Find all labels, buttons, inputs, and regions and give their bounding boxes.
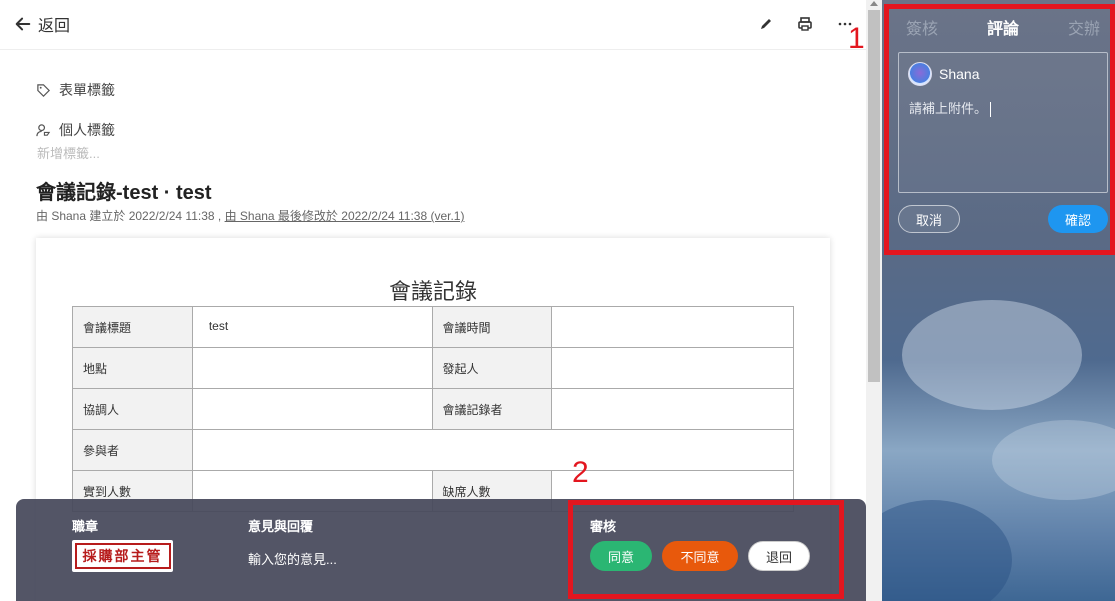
add-tag-input[interactable]: 新增標籤... (37, 143, 100, 162)
background-cloud (902, 300, 1082, 410)
table-row: 協調人 會議記錄者 (72, 388, 794, 430)
table-row: 參與者 (72, 429, 795, 471)
cell-value[interactable] (191, 347, 433, 389)
meta-created: 由 Shana 建立於 2022/2/24 11:38 , (36, 209, 225, 223)
scrollbar-thumb[interactable] (868, 10, 880, 382)
document-title: 會議記錄-test · test (36, 182, 212, 204)
cell-label: 會議時間 (431, 306, 553, 348)
cell-value[interactable] (551, 388, 794, 430)
print-button[interactable] (795, 14, 815, 34)
annotation-box-1 (884, 4, 1115, 255)
table-row: 會議標題 test 會議時間 (72, 306, 794, 348)
cell-label: 發起人 (431, 347, 553, 389)
annotation-number-2: 2 (572, 456, 589, 489)
cell-value[interactable] (551, 306, 794, 348)
pencil-icon (761, 19, 771, 29)
stamp-seal[interactable]: 採購部主管 (72, 540, 173, 572)
opinion-header: 意見與回覆 (248, 519, 314, 534)
user-tag-icon (36, 123, 51, 136)
edit-button[interactable] (756, 14, 776, 34)
printer-icon (798, 17, 812, 31)
cell-value[interactable] (191, 429, 795, 471)
back-label: 返回 (38, 18, 71, 35)
cell-label: 會議標題 (72, 306, 193, 348)
document-meta: 由 Shana 建立於 2022/2/24 11:38 , 由 Shana 最後… (36, 207, 464, 224)
stamp-header: 職章 (72, 519, 99, 534)
background-cloud (882, 500, 1012, 601)
paper-title: 會議記錄 (388, 279, 477, 304)
arrow-left-icon (15, 17, 31, 31)
form-table: 會議標題 test 會議時間 地點 發起人 協調人 會議記錄者 參與者 實到人數… (72, 306, 795, 512)
cell-label: 協調人 (72, 388, 193, 430)
personal-tag-label: 個人標籤 (59, 122, 115, 138)
stamp-text: 採購部主管 (74, 543, 171, 569)
meta-modified-link[interactable]: 由 Shana 最後修改於 2022/2/24 11:38 (ver.1) (225, 209, 465, 223)
back-button[interactable]: 返回 (14, 12, 70, 36)
opinion-input[interactable]: 輸入您的意見... (248, 549, 337, 568)
table-row: 地點 發起人 (72, 347, 794, 389)
top-toolbar: 返回 (0, 0, 866, 50)
annotation-box-2 (568, 500, 844, 599)
annotation-number-1: 1 (848, 22, 865, 55)
scroll-up-arrow-icon[interactable] (870, 1, 878, 6)
form-tag-row: 表單標籤 (36, 80, 115, 100)
cell-value[interactable]: test (191, 306, 433, 348)
cell-value[interactable] (551, 347, 794, 389)
personal-tag-row: 個人標籤 (36, 120, 115, 140)
cell-label: 參與者 (72, 429, 193, 471)
form-tag-label: 表單標籤 (59, 82, 115, 98)
cell-label: 地點 (72, 347, 193, 389)
background-cloud (992, 420, 1115, 500)
tag-icon (37, 83, 50, 97)
cell-value[interactable] (191, 388, 433, 430)
cell-label: 會議記錄者 (431, 388, 553, 430)
